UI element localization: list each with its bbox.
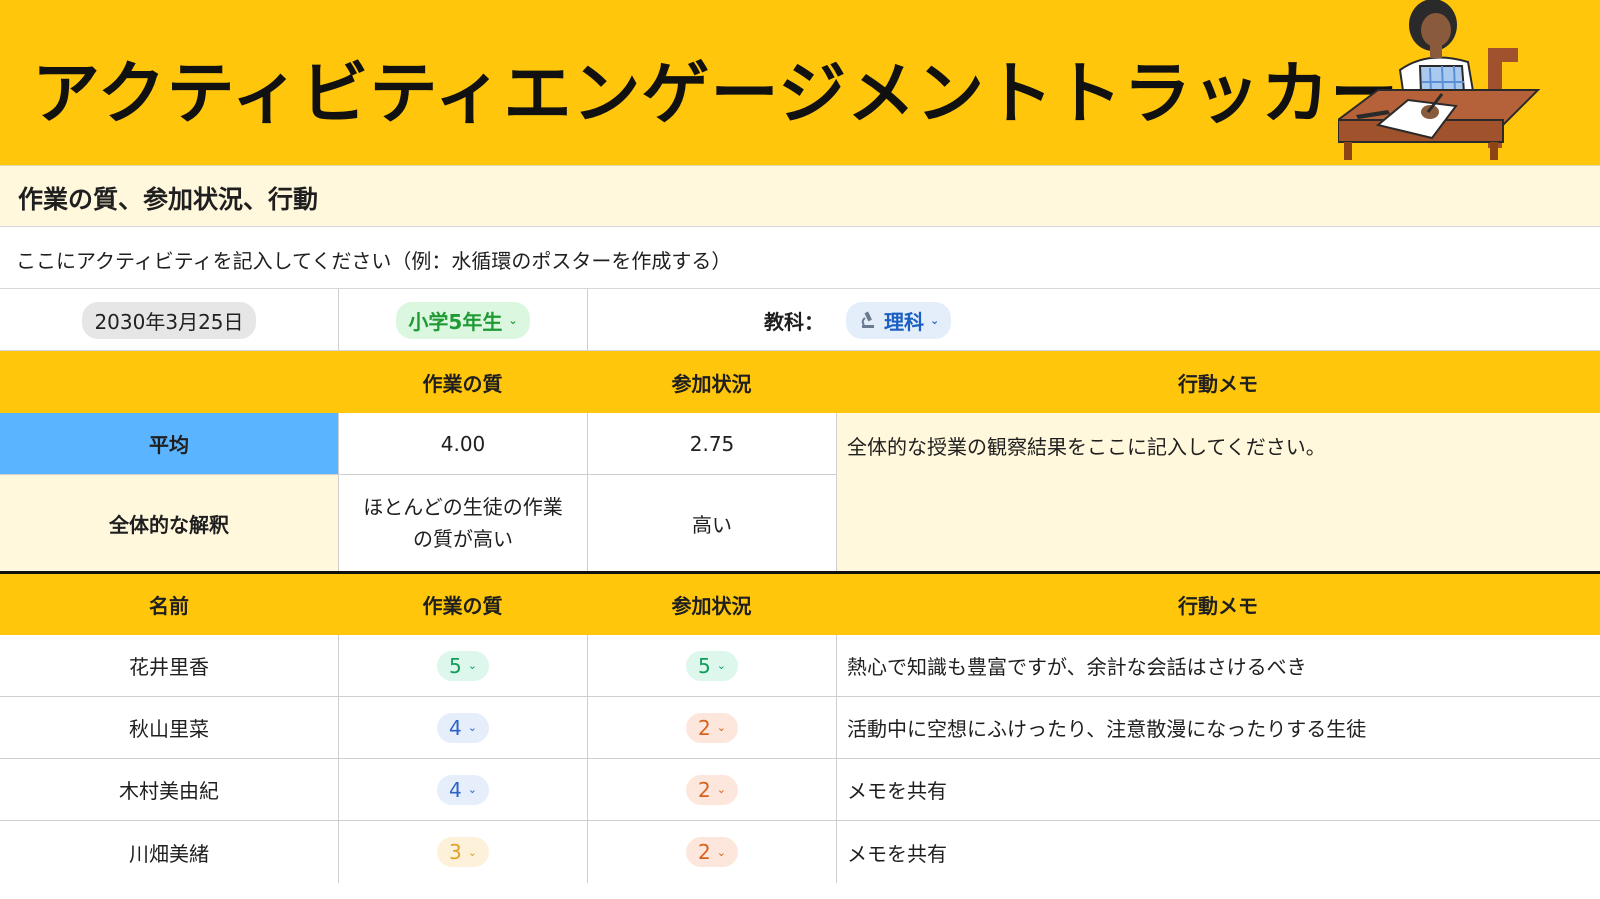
participation-cell: 2 ⌄ [587, 759, 836, 821]
summary-header-behavior-notes: 行動メモ [836, 351, 1600, 413]
chevron-down-icon: ⌄ [716, 659, 726, 672]
subject-dropdown[interactable]: 理科 ⌄ [846, 301, 952, 339]
students-header-behavior-notes: 行動メモ [836, 574, 1600, 635]
students-header-name: 名前 [0, 574, 338, 635]
interpretation-label: 全体的な解釈 [0, 475, 338, 571]
summary-header-blank [0, 351, 338, 413]
score-value: 2 [698, 840, 711, 864]
score-value: 5 [449, 653, 462, 678]
student-name: 花井里香 [0, 635, 338, 697]
average-participation: 2.75 [587, 413, 836, 475]
grade-value: 小学5年生 [408, 309, 503, 334]
work-quality-cell: 4 ⌄ [338, 759, 587, 821]
grade-cell: 小学5年生 ⌄ [338, 289, 587, 351]
activity-row[interactable]: ここにアクティビティを記入してください（例：水循環のポスターを作成する） [0, 227, 1600, 289]
interpretation-work-quality: ほとんどの生徒の作業の質が高い [338, 475, 587, 571]
students-header-participation: 参加状況 [587, 574, 836, 635]
score-value: 4 [449, 715, 462, 740]
page-title: アクティビティエンゲージメントトラッカー [32, 55, 1400, 134]
activity-text[interactable]: ここにアクティビティを記入してください（例：水循環のポスターを作成する） [16, 245, 731, 274]
date-cell: 2030年3月25日 [0, 289, 338, 351]
participation-dropdown[interactable]: 2 ⌄ [686, 774, 738, 805]
header-banner: アクティビティエンゲージメントトラッカー [0, 0, 1600, 165]
chevron-down-icon: ⌄ [716, 721, 726, 734]
chevron-down-icon: ⌄ [467, 783, 477, 796]
student-name: 木村美由紀 [0, 759, 338, 821]
work-quality-cell: 3 ⌄ [338, 821, 587, 883]
chevron-down-icon: ⌄ [508, 313, 518, 327]
behavior-note[interactable]: メモを共有 [836, 759, 1600, 821]
grade-dropdown[interactable]: 小学5年生 ⌄ [396, 301, 530, 339]
average-work-quality: 4.00 [338, 413, 587, 475]
score-value: 5 [698, 653, 711, 678]
student-writing-illustration [1338, 0, 1541, 160]
class-observation-note[interactable]: 全体的な授業の観察結果をここに記入してください。 [836, 413, 1600, 571]
work-quality-dropdown[interactable]: 3 ⌄ [437, 837, 489, 867]
work-quality-cell: 4 ⌄ [338, 697, 587, 759]
work-quality-cell: 5 ⌄ [338, 635, 587, 697]
score-value: 3 [449, 840, 462, 864]
date-chip[interactable]: 2030年3月25日 [82, 301, 256, 339]
date-value: 2030年3月25日 [94, 309, 244, 334]
subject-value: 理科 [884, 309, 924, 334]
chevron-down-icon: ⌄ [467, 845, 477, 859]
score-value: 2 [698, 715, 711, 740]
students-header-work-quality: 作業の質 [338, 574, 587, 635]
chevron-down-icon: ⌄ [716, 783, 726, 796]
behavior-note[interactable]: 活動中に空想にふけったり、注意散漫になったりする生徒 [836, 697, 1600, 759]
chevron-down-icon: ⌄ [716, 845, 726, 859]
chevron-down-icon: ⌄ [467, 721, 477, 734]
work-quality-dropdown[interactable]: 4 ⌄ [437, 774, 489, 805]
section-title-row: 作業の質、参加状況、行動 [0, 165, 1600, 227]
subject-label: 教科： [764, 309, 824, 334]
work-quality-dropdown[interactable]: 4 ⌄ [437, 712, 489, 743]
summary-header-participation: 参加状況 [587, 351, 836, 413]
section-title: 作業の質、参加状況、行動 [18, 185, 319, 214]
interpretation-participation: 高い [587, 475, 836, 571]
participation-dropdown[interactable]: 5 ⌄ [686, 650, 738, 681]
participation-cell: 2 ⌄ [587, 821, 836, 883]
subject-cell: 教科： 理科 ⌄ [587, 289, 1600, 351]
participation-dropdown[interactable]: 2 ⌄ [686, 712, 738, 743]
score-value: 4 [449, 777, 462, 802]
participation-dropdown[interactable]: 2 ⌄ [686, 837, 738, 867]
behavior-note[interactable]: メモを共有 [836, 821, 1600, 883]
work-quality-dropdown[interactable]: 5 ⌄ [437, 650, 489, 681]
student-name: 秋山里菜 [0, 697, 338, 759]
student-name: 川畑美緒 [129, 841, 209, 866]
chevron-down-icon: ⌄ [467, 659, 477, 672]
participation-cell: 5 ⌄ [587, 635, 836, 697]
meta-row: 2030年3月25日 小学5年生 ⌄ 教科： 理科 ⌄ [0, 289, 1600, 351]
microscope-icon [861, 311, 874, 328]
score-value: 2 [698, 777, 711, 802]
summary-header-work-quality: 作業の質 [338, 351, 587, 413]
chevron-down-icon: ⌄ [930, 313, 940, 327]
average-label: 平均 [0, 413, 338, 475]
participation-cell: 2 ⌄ [587, 697, 836, 759]
behavior-note[interactable]: 熱心で知識も豊富ですが、余計な会話はさけるべき [836, 635, 1600, 697]
